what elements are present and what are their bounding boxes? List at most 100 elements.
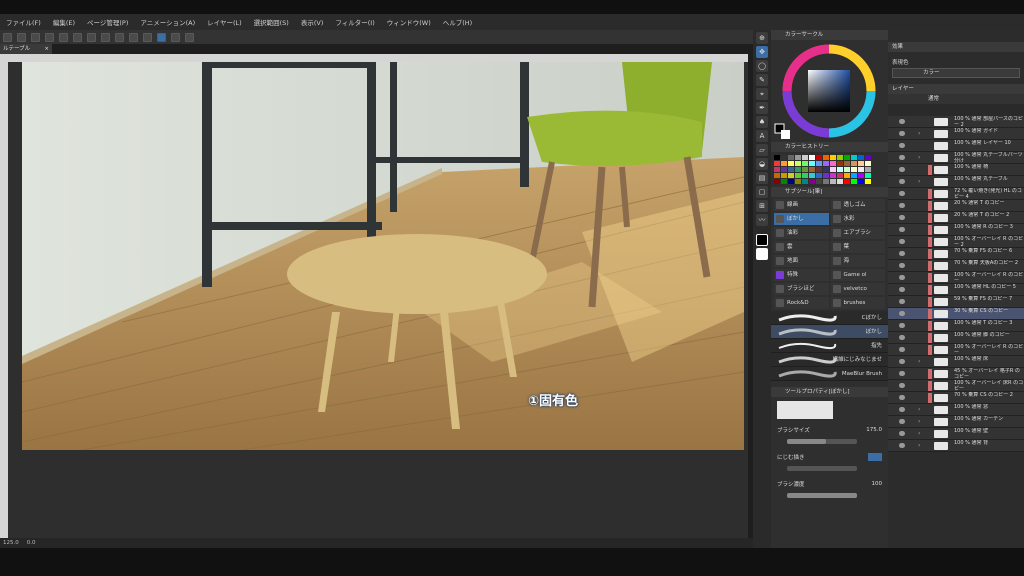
figure-tool-icon[interactable]: ▢	[756, 186, 768, 198]
canvas-area[interactable]: ①固有色	[8, 62, 748, 538]
layer-row[interactable]: › 100 % 通常 カーテン	[888, 416, 1024, 428]
color-swatch[interactable]	[816, 161, 822, 166]
color-swatch[interactable]	[837, 167, 843, 172]
color-swatch[interactable]	[851, 167, 857, 172]
pen-tool-icon[interactable]: ✒	[756, 102, 768, 114]
new-icon[interactable]	[3, 32, 12, 42]
subtool-item[interactable]: Rock&D	[774, 297, 829, 309]
menu-filter[interactable]: フィルター(I)	[335, 17, 374, 27]
layer-row[interactable]: › 100 % 通常 窓	[888, 404, 1024, 416]
close-icon[interactable]: ×	[44, 44, 49, 54]
visibility-eye-icon[interactable]	[899, 383, 905, 388]
color-swatch[interactable]	[816, 173, 822, 178]
menu-file[interactable]: ファイル(F)	[6, 17, 41, 27]
brush-item[interactable]: 繊維にじみなじませ	[771, 353, 888, 367]
subtool-item[interactable]: brushes	[830, 297, 885, 309]
subtool-item[interactable]: ブラシほど	[774, 283, 829, 295]
color-swatch[interactable]	[788, 173, 794, 178]
color-swatch[interactable]	[851, 155, 857, 160]
visibility-eye-icon[interactable]	[899, 275, 905, 280]
folder-expand-icon[interactable]: ›	[918, 416, 920, 427]
color-swatch[interactable]	[858, 179, 864, 184]
visibility-eye-icon[interactable]	[899, 371, 905, 376]
color-swatch[interactable]	[788, 167, 794, 172]
layer-row[interactable]: 100 % オーバーレイ R のコピー 2	[888, 236, 1024, 248]
menu-view[interactable]: 表示(V)	[301, 17, 324, 27]
visibility-eye-icon[interactable]	[899, 443, 905, 448]
fill-icon[interactable]	[87, 32, 96, 42]
color-swatch[interactable]	[781, 161, 787, 166]
color-swatch[interactable]	[830, 179, 836, 184]
brush-item[interactable]: MaeBlur Brush	[771, 367, 888, 381]
color-swatch[interactable]	[774, 167, 780, 172]
density-value[interactable]: 100	[872, 481, 883, 487]
color-swatch[interactable]	[774, 161, 780, 166]
color-swatch[interactable]	[823, 179, 829, 184]
folder-expand-icon[interactable]: ›	[918, 356, 920, 367]
color-swatch[interactable]	[851, 173, 857, 178]
snap-special-icon[interactable]	[185, 32, 194, 42]
color-swatch[interactable]	[865, 179, 871, 184]
color-swatch[interactable]	[858, 161, 864, 166]
density-slider[interactable]	[787, 493, 857, 498]
menu-page[interactable]: ページ管理(P)	[87, 17, 128, 27]
brush-size-value[interactable]: 175.0	[866, 427, 882, 433]
bg-color-swatch[interactable]	[756, 248, 768, 260]
clear-icon[interactable]	[73, 32, 82, 42]
crop-icon[interactable]	[129, 32, 138, 42]
layer-row[interactable]: 100 % 通常 HL のコピー 5	[888, 284, 1024, 296]
color-swatch[interactable]	[774, 173, 780, 178]
menu-selection[interactable]: 選択範囲(S)	[254, 17, 289, 27]
color-swatch[interactable]	[830, 167, 836, 172]
folder-expand-icon[interactable]: ›	[918, 404, 920, 415]
subtool-item[interactable]: エアブラシ	[830, 227, 885, 239]
visibility-eye-icon[interactable]	[899, 263, 905, 268]
ruler-tool-icon[interactable]: ⊞	[756, 200, 768, 212]
color-swatch[interactable]	[837, 179, 843, 184]
layer-row[interactable]: 20 % 通常 T のコピー	[888, 200, 1024, 212]
color-swatch[interactable]	[774, 179, 780, 184]
visibility-eye-icon[interactable]	[899, 419, 905, 424]
move-tool-icon[interactable]: ✥	[756, 46, 768, 58]
visibility-eye-icon[interactable]	[899, 167, 905, 172]
color-swatch[interactable]	[795, 173, 801, 178]
blur-toggle[interactable]	[868, 453, 882, 461]
redo-icon[interactable]	[59, 32, 68, 42]
visibility-eye-icon[interactable]	[899, 407, 905, 412]
layer-row[interactable]: 45 % オーバーレイ 格子R のコピー	[888, 368, 1024, 380]
color-swatch[interactable]	[823, 167, 829, 172]
color-swatch[interactable]	[837, 155, 843, 160]
visibility-eye-icon[interactable]	[899, 335, 905, 340]
color-history-swatches[interactable]	[771, 152, 888, 187]
subtool-item[interactable]: 線画	[774, 199, 829, 211]
layer-row[interactable]: 100 % 通常 脚 のコピー	[888, 332, 1024, 344]
color-wheel[interactable]	[771, 40, 888, 142]
menu-layer[interactable]: レイヤー(L)	[207, 17, 242, 27]
gradient-tool-icon[interactable]: ▤	[756, 172, 768, 184]
menu-help[interactable]: ヘルプ(H)	[443, 17, 472, 27]
visibility-eye-icon[interactable]	[899, 155, 905, 160]
visibility-eye-icon[interactable]	[899, 179, 905, 184]
color-swatch[interactable]	[795, 167, 801, 172]
visibility-eye-icon[interactable]	[899, 287, 905, 292]
folder-expand-icon[interactable]: ›	[918, 176, 920, 187]
layer-row[interactable]: 100 % 通常 T のコピー 3	[888, 320, 1024, 332]
layer-row[interactable]: › 100 % 通常 丸テーブル	[888, 176, 1024, 188]
color-swatch[interactable]	[809, 161, 815, 166]
color-swatch[interactable]	[802, 179, 808, 184]
subtool-item[interactable]: 雲	[774, 241, 829, 253]
undo-icon[interactable]	[45, 32, 54, 42]
color-swatch[interactable]	[809, 173, 815, 178]
color-swatch[interactable]	[865, 173, 871, 178]
layer-row[interactable]: 100 % オーバーレイ R のコピー	[888, 344, 1024, 356]
color-swatch[interactable]	[788, 161, 794, 166]
layer-row[interactable]: 70 % 乗算 CS のコピー 2	[888, 392, 1024, 404]
color-swatch[interactable]	[823, 161, 829, 166]
save-icon[interactable]	[31, 32, 40, 42]
subtool-item[interactable]: velvetco	[830, 283, 885, 295]
color-swatch[interactable]	[802, 161, 808, 166]
selection-tool-icon[interactable]: ◯	[756, 60, 768, 72]
menu-animation[interactable]: アニメーション(A)	[140, 17, 195, 27]
layer-row[interactable]: › 100 % 通常 壁	[888, 428, 1024, 440]
folder-expand-icon[interactable]: ›	[918, 440, 920, 451]
